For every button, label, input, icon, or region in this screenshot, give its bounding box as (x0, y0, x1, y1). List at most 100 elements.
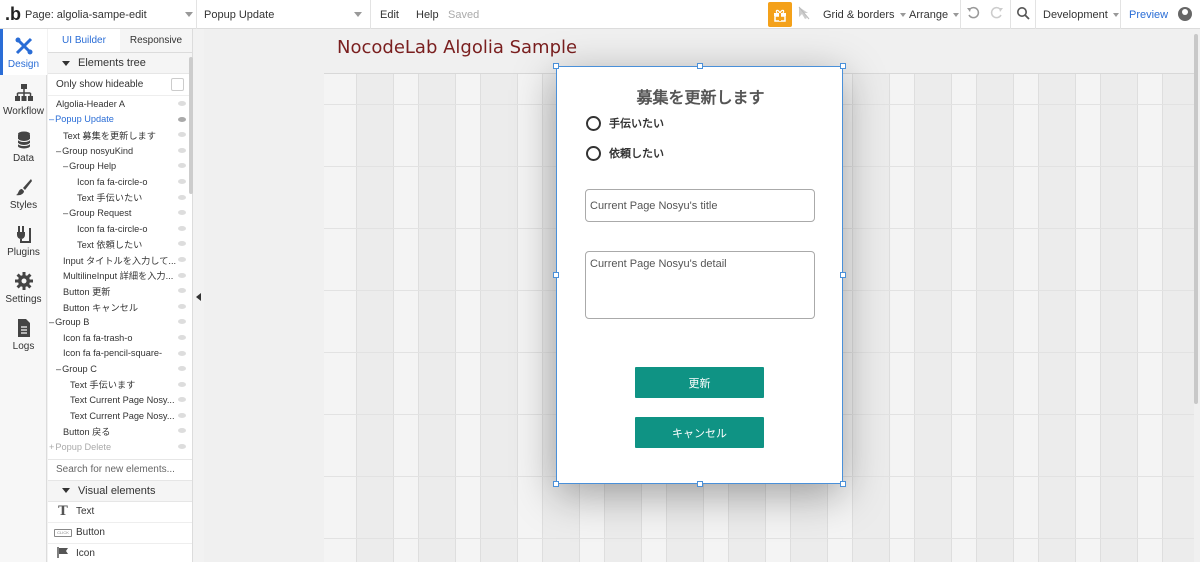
tree-item[interactable]: + Popup Delete (48, 439, 192, 455)
tree-item[interactable]: Icon fa fa-circle-o (48, 174, 192, 190)
visual-element-text[interactable]: T Text (48, 502, 192, 523)
eye-icon[interactable] (178, 412, 186, 418)
resize-handle[interactable] (553, 63, 559, 69)
rail-data[interactable]: Data (0, 123, 47, 169)
eye-icon[interactable] (178, 444, 186, 450)
canvas-scrollbar-thumb[interactable] (1194, 34, 1198, 404)
panel-scrollbar[interactable] (189, 57, 193, 194)
eye-icon[interactable] (178, 256, 186, 262)
help-menu[interactable]: Help (416, 9, 439, 21)
eye-icon[interactable] (178, 132, 186, 138)
visual-elements-header[interactable]: Visual elements (48, 480, 192, 502)
preview-button[interactable]: Preview (1129, 9, 1168, 21)
eye-icon[interactable] (178, 350, 186, 356)
cancel-button[interactable]: キャンセル (635, 417, 764, 448)
resize-handle[interactable] (840, 481, 846, 487)
tree-item[interactable]: Text 手伝いたい (48, 190, 192, 206)
eye-icon[interactable] (178, 210, 186, 216)
title-input[interactable]: Current Page Nosyu's title (585, 189, 815, 222)
edit-menu[interactable]: Edit (380, 9, 399, 21)
tree-item[interactable]: Button 更新 (48, 283, 192, 299)
visual-element-button[interactable]: CLICK Button (48, 523, 192, 544)
radio-help[interactable]: 手伝いたい (586, 115, 664, 131)
resize-handle[interactable] (697, 481, 703, 487)
rail-logs[interactable]: Logs (0, 311, 47, 357)
tree-item[interactable]: Button 戻る (48, 423, 192, 439)
eye-icon[interactable] (178, 381, 186, 387)
bubble-logo[interactable]: .b (2, 0, 24, 29)
collapse-icon[interactable]: – (63, 208, 68, 218)
tree-item[interactable]: Text 募集を更新します (48, 127, 192, 143)
eye-icon[interactable] (178, 178, 186, 184)
undo-icon[interactable] (966, 6, 980, 23)
tree-item[interactable]: Algolia-Header A (48, 96, 192, 112)
eye-icon[interactable] (178, 319, 186, 325)
rail-design[interactable]: Design (0, 29, 47, 75)
resize-handle[interactable] (553, 272, 559, 278)
eye-icon[interactable] (178, 147, 186, 153)
canvas[interactable]: NocodeLab Algolia Sample 募集を更新します 手伝いたい … (204, 29, 1200, 562)
collapse-icon[interactable]: – (56, 146, 61, 156)
element-select[interactable]: Popup Update (204, 0, 369, 29)
eye-icon[interactable] (178, 272, 186, 278)
collapse-icon[interactable]: – (49, 317, 54, 327)
collapse-icon[interactable]: – (49, 114, 54, 124)
tree-item[interactable]: Input タイトルを入力して... (48, 252, 192, 268)
tree-item[interactable]: – Group B (48, 314, 192, 330)
eye-icon[interactable] (178, 241, 186, 247)
eye-icon[interactable] (178, 163, 186, 169)
grid-borders-menu[interactable]: Grid & borders (823, 9, 906, 21)
eye-icon[interactable] (178, 288, 186, 294)
redo-icon[interactable] (990, 6, 1004, 23)
tree-item[interactable]: Text Current Page Nosy... (48, 408, 192, 424)
eye-icon[interactable] (178, 366, 186, 372)
rail-plugins[interactable]: Plugins (0, 217, 47, 263)
tab-responsive[interactable]: Responsive (120, 29, 192, 52)
expand-icon[interactable]: + (49, 442, 54, 452)
visual-element-icon[interactable]: Icon (48, 544, 192, 562)
resize-handle[interactable] (697, 63, 703, 69)
cursor-icon[interactable] (798, 6, 810, 23)
arrange-menu[interactable]: Arrange (909, 9, 960, 21)
rail-workflow[interactable]: Workflow (0, 76, 47, 122)
eye-icon[interactable] (178, 116, 186, 122)
collapse-icon[interactable]: – (56, 364, 61, 374)
rail-settings[interactable]: Settings (0, 264, 47, 310)
eye-icon[interactable] (178, 101, 186, 106)
tab-ui-builder[interactable]: UI Builder (48, 29, 120, 52)
page-select[interactable]: Page: algolia-sampe-edit (25, 0, 195, 29)
tree-item[interactable]: Button キャンセル (48, 299, 192, 315)
rail-styles[interactable]: Styles (0, 170, 47, 216)
tree-item[interactable]: Text 依頼したい (48, 236, 192, 252)
detail-input[interactable]: Current Page Nosyu's detail (585, 251, 815, 319)
radio-request[interactable]: 依頼したい (586, 145, 664, 161)
tree-item[interactable]: MultilineInput 詳細を入力... (48, 268, 192, 284)
gift-icon[interactable] (768, 2, 792, 27)
resize-handle[interactable] (553, 481, 559, 487)
tree-item[interactable]: Icon fa fa-circle-o (48, 221, 192, 237)
eye-icon[interactable] (178, 194, 186, 200)
search-elements-input[interactable]: Search for new elements... (48, 458, 192, 481)
collapse-panel-icon[interactable] (196, 293, 201, 301)
tree-item[interactable]: Text Current Page Nosy... (48, 392, 192, 408)
canvas-scrollbar[interactable] (1194, 29, 1200, 562)
tree-item[interactable]: – Group Help (48, 158, 192, 174)
eye-icon[interactable] (178, 397, 186, 403)
eye-icon[interactable] (178, 428, 186, 434)
tree-item[interactable]: Icon fa fa-pencil-square- (48, 346, 192, 362)
update-button[interactable]: 更新 (635, 367, 764, 398)
popup-update[interactable]: 募集を更新します 手伝いたい 依頼したい Current Page Nosyu'… (553, 63, 846, 487)
collapse-icon[interactable]: – (63, 161, 68, 171)
eye-icon[interactable] (178, 225, 186, 231)
tree-item[interactable]: – Group Request (48, 205, 192, 221)
eye-icon[interactable] (178, 303, 186, 309)
tree-item[interactable]: – Group C (48, 361, 192, 377)
elements-tree-header[interactable]: Elements tree (48, 53, 192, 74)
resize-handle[interactable] (840, 63, 846, 69)
tree-item[interactable]: – Popup Update (48, 112, 192, 128)
user-avatar-icon[interactable] (1178, 7, 1192, 21)
tree-item[interactable]: Icon fa fa-trash-o (48, 330, 192, 346)
only-show-hideable-checkbox[interactable] (171, 78, 184, 91)
environment-select[interactable]: Development (1043, 9, 1119, 21)
search-icon[interactable] (1016, 6, 1030, 23)
